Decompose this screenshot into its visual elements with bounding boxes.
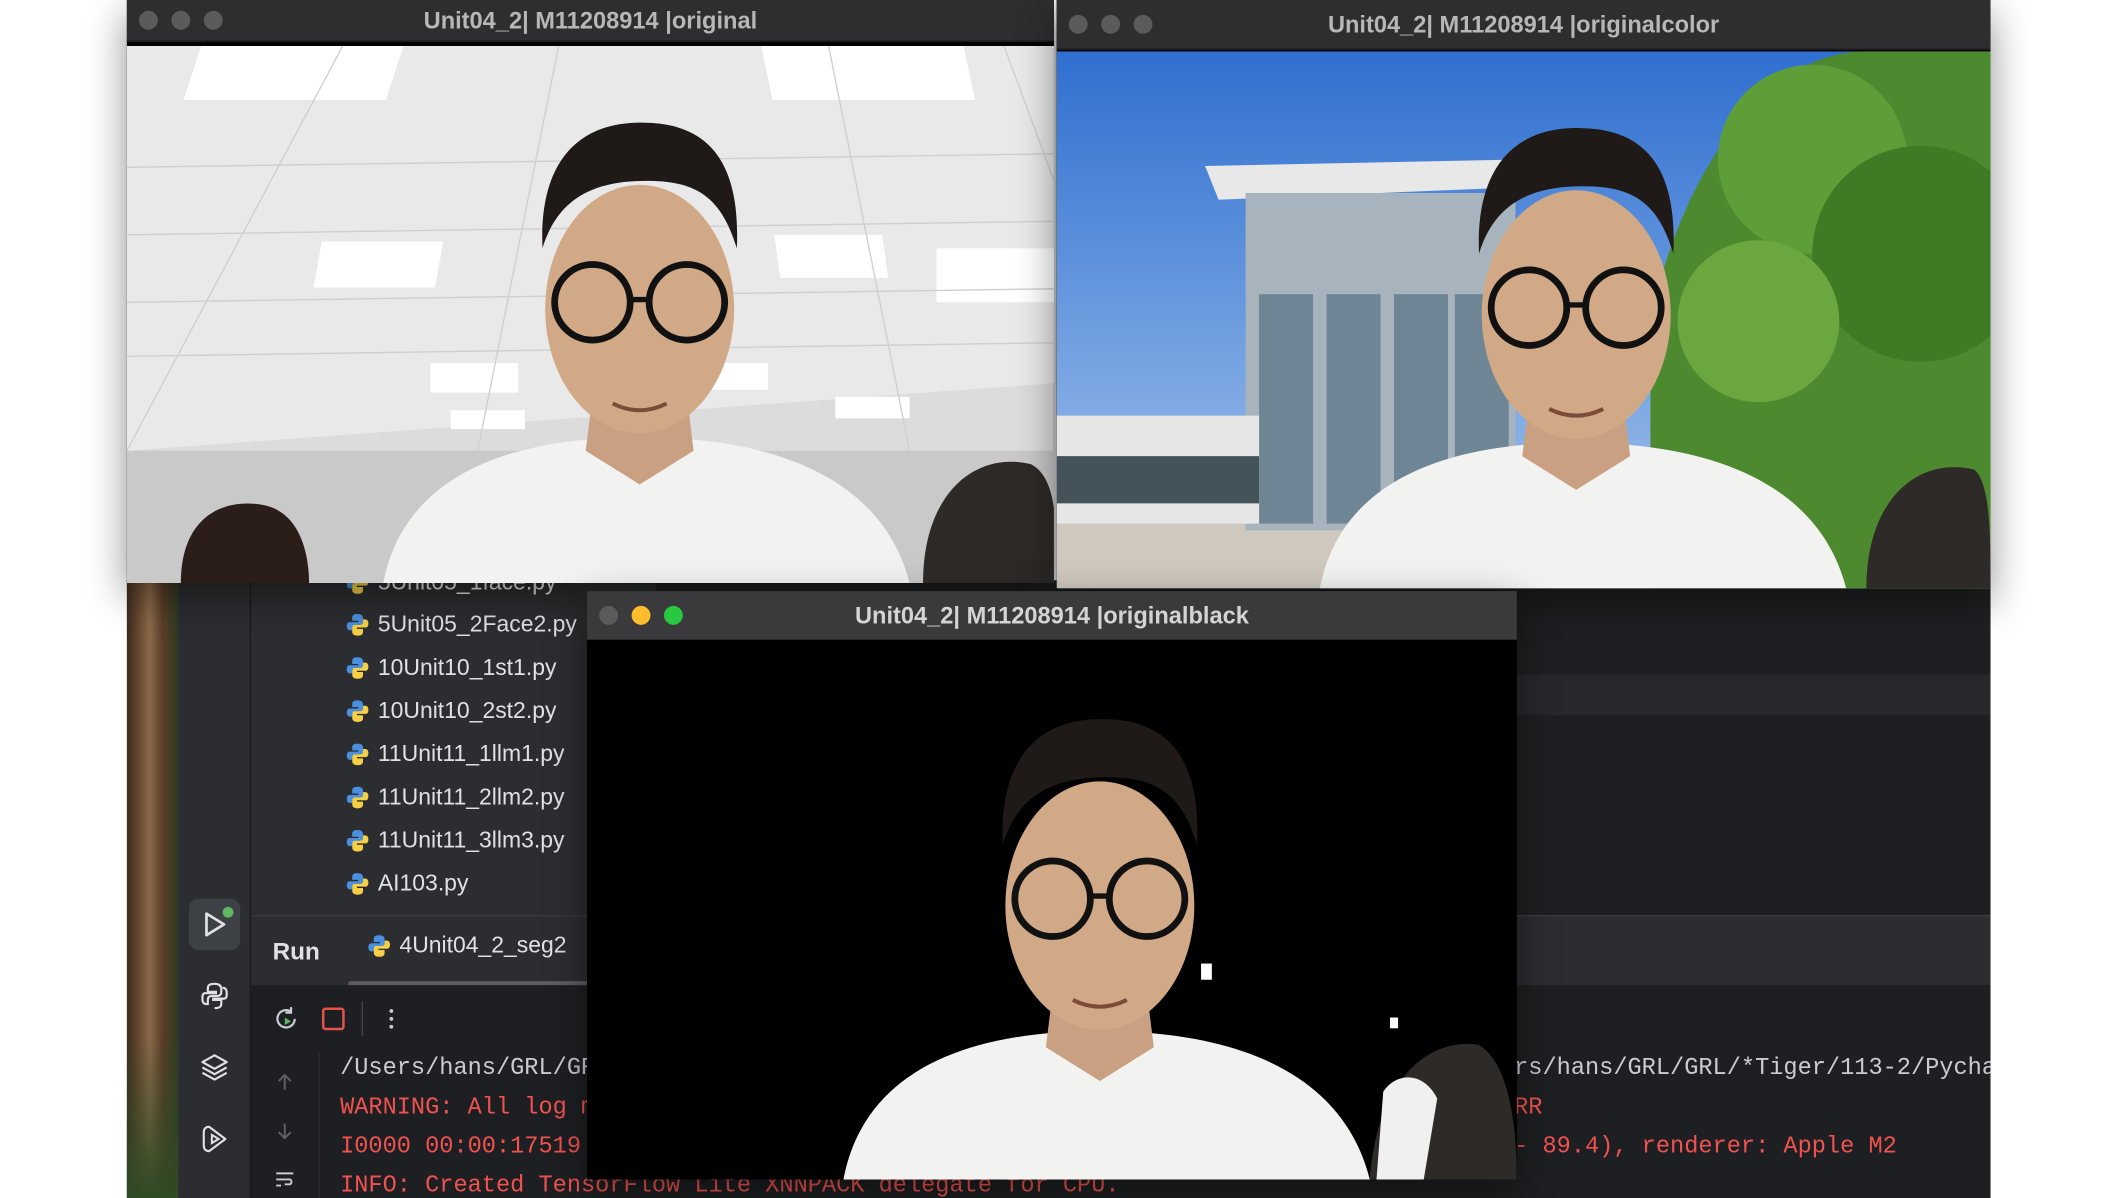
console-line-tail: rs/hans/GRL/GRL/*Tiger/113-2/Pycha: [1514, 1055, 1990, 1082]
python-file-icon: [346, 657, 369, 679]
tree-file-label: 11Unit11_3llm3.py: [377, 827, 565, 853]
python-file-icon: [346, 829, 369, 852]
stop-button[interactable]: [317, 1003, 349, 1035]
editor-current-line: [1514, 674, 1991, 716]
minimize-button[interactable]: [171, 10, 191, 30]
arrow-down-icon: [277, 1123, 292, 1140]
services-tool-button[interactable]: [189, 1113, 240, 1164]
desktop: 5Unit05_1face.py 5Unit05_2Face2.py 10Uni…: [0, 0, 2116, 1198]
window-originalblack[interactable]: Unit04_2| M11208914 |originalblack: [587, 591, 1517, 1180]
tree-file-label: 10Unit10_1st1.py: [377, 654, 557, 681]
camera-frame-originalblack: [587, 639, 1517, 1180]
run-config-tab-label: 4Unit04_2_seg2: [399, 932, 567, 959]
console-text: WARNING: All log m: [340, 1094, 596, 1122]
console-line: WARNING: All log m: [340, 1094, 595, 1121]
close-button[interactable]: [138, 10, 158, 30]
rerun-icon: [276, 1007, 296, 1029]
console-text: - 89.4), renderer: Apple M2: [1514, 1133, 1897, 1161]
toolbar-separator: [361, 1001, 364, 1037]
rerun-button[interactable]: [270, 1003, 302, 1035]
tree-file-label: 11Unit11_1llm1.py: [377, 740, 565, 767]
python-file-icon: [346, 700, 369, 722]
composited-image: [1056, 51, 1991, 589]
tree-file[interactable]: 10Unit10_2st2.py: [345, 691, 556, 731]
python-file-icon: [346, 786, 369, 809]
window-originalcolor[interactable]: Unit04_2| M11208914 |originalcolor: [1056, 0, 1991, 589]
window-controls: [599, 605, 683, 625]
tree-file[interactable]: 11Unit11_3llm3.py: [345, 820, 564, 860]
scroll-down-button[interactable]: [271, 1117, 298, 1144]
zoom-button[interactable]: [203, 10, 223, 30]
tree-file[interactable]: 11Unit11_1llm1.py: [345, 734, 564, 774]
console-line-tail: - 89.4), renderer: Apple M2: [1514, 1134, 1897, 1161]
play-circle-icon: [202, 1125, 227, 1153]
run-tool-button[interactable]: [188, 898, 241, 951]
python-file-icon: [346, 743, 369, 766]
more-vertical-icon: [389, 1009, 394, 1029]
window-titlebar[interactable]: Unit04_2| M11208914 |originalblack: [587, 591, 1517, 642]
webcam-image: [126, 45, 1054, 583]
segmented-image: [587, 639, 1517, 1180]
tree-file-label: 11Unit11_2llm2.py: [377, 784, 565, 810]
tree-file-label: 5Unit05_2Face2.py: [377, 611, 577, 637]
tree-file[interactable]: AI103.py: [345, 864, 468, 904]
console-text: I0000 00:00:17519: [340, 1133, 582, 1161]
stop-icon: [321, 1007, 345, 1031]
run-panel-title: Run: [272, 937, 320, 965]
window-title: Unit04_2| M11208914 |original: [423, 6, 758, 34]
tree-file-label: 10Unit10_2st2.py: [377, 697, 557, 724]
window-title: Unit04_2| M11208914 |originalblack: [854, 601, 1249, 629]
python-file-icon: [346, 873, 369, 895]
window-titlebar[interactable]: Unit04_2| M11208914 |originalcolor: [1056, 0, 1991, 50]
window-original[interactable]: Unit04_2| M11208914 |original: [126, 0, 1054, 583]
soft-wrap-button[interactable]: [271, 1166, 298, 1193]
python-console-button[interactable]: [189, 970, 240, 1021]
zoom-button[interactable]: [663, 605, 683, 625]
tree-file-label: AI103.py: [377, 870, 469, 897]
console-text: /Users/hans/GRL/GR: [340, 1055, 596, 1083]
window-titlebar[interactable]: Unit04_2| M11208914 |original: [126, 0, 1054, 42]
scroll-up-button[interactable]: [271, 1069, 298, 1096]
python-icon: [201, 982, 228, 1010]
console-text: RR: [1514, 1094, 1543, 1122]
minimize-button[interactable]: [631, 605, 651, 625]
camera-frame-original: [126, 45, 1054, 583]
tree-file[interactable]: 5Unit05_1face.py: [345, 580, 556, 603]
tree-file[interactable]: 11Unit11_2llm2.py: [345, 777, 564, 817]
console-text: rs/hans/GRL/GRL/*Tiger/113-2/Pycha: [1514, 1055, 1991, 1083]
tree-file[interactable]: 10Unit10_1st1.py: [345, 648, 556, 688]
run-config-tab[interactable]: 4Unit04_2_seg2: [367, 932, 567, 960]
console-line-tail: RR: [1514, 1094, 1542, 1121]
soft-wrap-icon: [276, 1172, 294, 1187]
python-file-icon: [368, 935, 391, 957]
zoom-button[interactable]: [1133, 14, 1153, 34]
minimize-button[interactable]: [1101, 14, 1121, 34]
more-actions-button[interactable]: [375, 1003, 407, 1035]
window-controls: [138, 10, 223, 30]
console-gutter: [251, 1052, 320, 1198]
close-button[interactable]: [1068, 14, 1088, 34]
tool-window-strip: [178, 580, 252, 1198]
running-indicator: [222, 906, 234, 918]
arrow-up-icon: [277, 1073, 292, 1090]
window-controls: [1068, 14, 1153, 34]
layers-tool-button[interactable]: [189, 1042, 240, 1093]
console-line: I0000 00:00:17519: [340, 1134, 581, 1161]
desktop-wallpaper: [126, 580, 179, 1198]
camera-frame-originalcolor: [1056, 51, 1991, 589]
python-file-icon: [346, 614, 369, 636]
tree-file[interactable]: 5Unit05_2Face2.py: [345, 605, 577, 645]
console-line: /Users/hans/GRL/GR: [340, 1055, 595, 1082]
window-title: Unit04_2| M11208914 |originalcolor: [1327, 10, 1720, 38]
close-button[interactable]: [599, 605, 619, 625]
layers-icon: [201, 1054, 228, 1081]
